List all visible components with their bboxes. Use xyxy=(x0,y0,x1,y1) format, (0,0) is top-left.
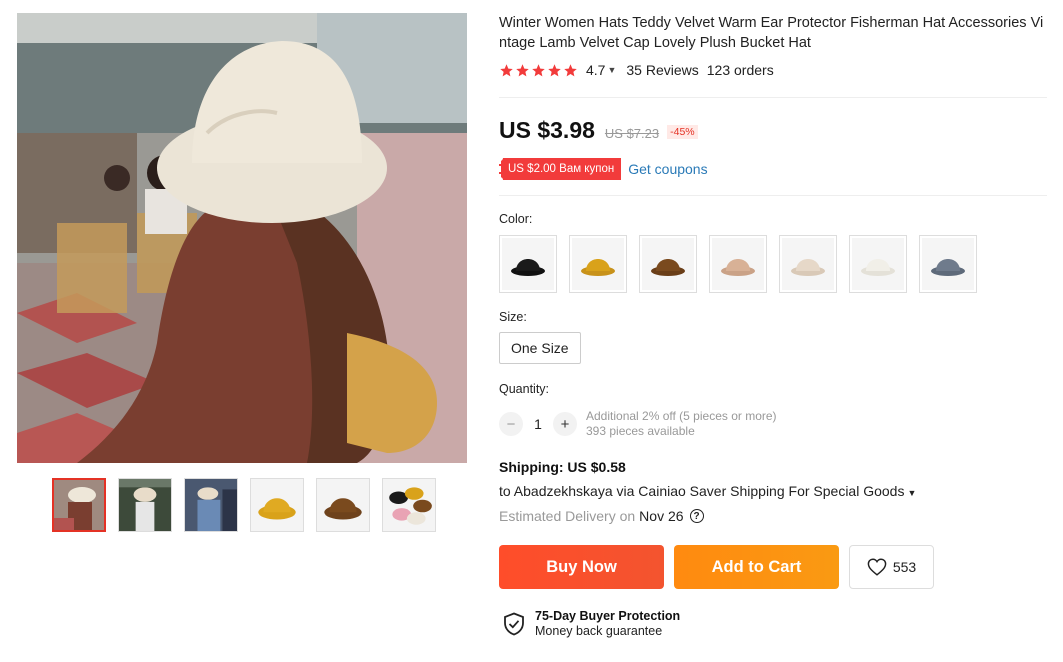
thumbnail-2[interactable] xyxy=(118,478,172,532)
protection-title: 75-Day Buyer Protection xyxy=(535,609,681,623)
rating-row: 4.7 ▼ 35 Reviews 123 orders xyxy=(499,62,774,78)
buyer-protection: 75-Day Buyer Protection Money back guara… xyxy=(503,609,680,639)
quantity-stepper: − 1 + Additional 2% off (5 pieces or mor… xyxy=(499,409,777,439)
thumbnail-3[interactable] xyxy=(184,478,238,532)
wishlist-button[interactable]: 553 xyxy=(849,545,934,589)
quantity-info: Additional 2% off (5 pieces or more) 393… xyxy=(586,409,777,439)
current-price: US $3.98 xyxy=(499,117,595,143)
quantity-value[interactable]: 1 xyxy=(523,416,553,432)
divider xyxy=(499,97,1047,98)
shipping-destination-text: to Abadzekhskaya via Cainiao Saver Shipp… xyxy=(499,483,905,499)
color-options xyxy=(499,235,977,293)
help-icon[interactable]: ? xyxy=(689,509,704,523)
chevron-down-icon[interactable]: ▼ xyxy=(907,488,916,498)
star-icon xyxy=(500,63,513,76)
reviews-link[interactable]: 35 Reviews xyxy=(626,62,698,78)
color-swatch-black[interactable] xyxy=(499,235,557,293)
get-coupons-link[interactable]: Get coupons xyxy=(628,161,707,177)
size-label: Size: xyxy=(499,310,527,324)
color-swatch-white[interactable] xyxy=(849,235,907,293)
estimated-delivery: Estimated Delivery on Nov 26 ? xyxy=(499,508,704,524)
star-icon xyxy=(564,63,577,76)
heart-icon xyxy=(867,558,887,576)
quantity-label: Quantity: xyxy=(499,382,550,396)
stock-available: 393 pieces available xyxy=(586,424,695,438)
wishlist-count: 553 xyxy=(892,559,917,575)
star-icon xyxy=(532,63,545,76)
shipping-destination[interactable]: to Abadzekhskaya via Cainiao Saver Shipp… xyxy=(499,483,916,499)
rating-value[interactable]: 4.7 xyxy=(586,62,605,78)
thumbnail-5[interactable] xyxy=(316,478,370,532)
estimated-delivery-label: Estimated Delivery on xyxy=(499,508,636,524)
thumbnail-4[interactable] xyxy=(250,478,304,532)
thumbnail-1[interactable] xyxy=(52,478,106,532)
chevron-down-icon[interactable]: ▼ xyxy=(607,65,616,75)
estimated-delivery-date: Nov 26 xyxy=(639,508,684,524)
size-option-one-size[interactable]: One Size xyxy=(499,332,581,364)
discount-badge: -45% xyxy=(667,125,698,139)
rating-stars xyxy=(499,63,578,78)
orders-count: 123 orders xyxy=(706,62,774,78)
color-swatch-camel[interactable] xyxy=(709,235,767,293)
star-icon xyxy=(516,63,529,76)
quantity-decrease-button[interactable]: − xyxy=(499,412,523,436)
quantity-increase-button[interactable]: + xyxy=(553,412,577,436)
product-title: Winter Women Hats Teddy Velvet Warm Ear … xyxy=(499,15,1044,51)
original-price: US $7.23 xyxy=(604,126,660,141)
color-swatch-brown[interactable] xyxy=(639,235,697,293)
add-to-cart-button[interactable]: Add to Cart xyxy=(674,545,839,589)
main-product-image[interactable] xyxy=(17,13,467,463)
price-row: US $3.98 US $7.23 -45% xyxy=(499,117,698,144)
buy-now-button[interactable]: Buy Now xyxy=(499,545,664,589)
coupon-badge[interactable]: US $2.00 Вам купон xyxy=(496,155,622,183)
shipping-price: Shipping: US $0.58 xyxy=(499,459,626,475)
color-label: Color: xyxy=(499,212,533,226)
color-swatch-gray[interactable] xyxy=(919,235,977,293)
bulk-discount-note: Additional 2% off (5 pieces or more) xyxy=(586,409,777,423)
divider xyxy=(499,195,1047,196)
thumbnail-6[interactable] xyxy=(382,478,436,532)
protection-subtitle: Money back guarantee xyxy=(535,624,663,638)
color-swatch-beige[interactable] xyxy=(779,235,837,293)
star-icon xyxy=(548,63,561,76)
shield-check-icon xyxy=(504,612,524,636)
thumbnail-strip xyxy=(52,478,436,532)
coupon-row: US $2.00 Вам купон Get coupons xyxy=(496,155,708,183)
color-swatch-yellow[interactable] xyxy=(569,235,627,293)
